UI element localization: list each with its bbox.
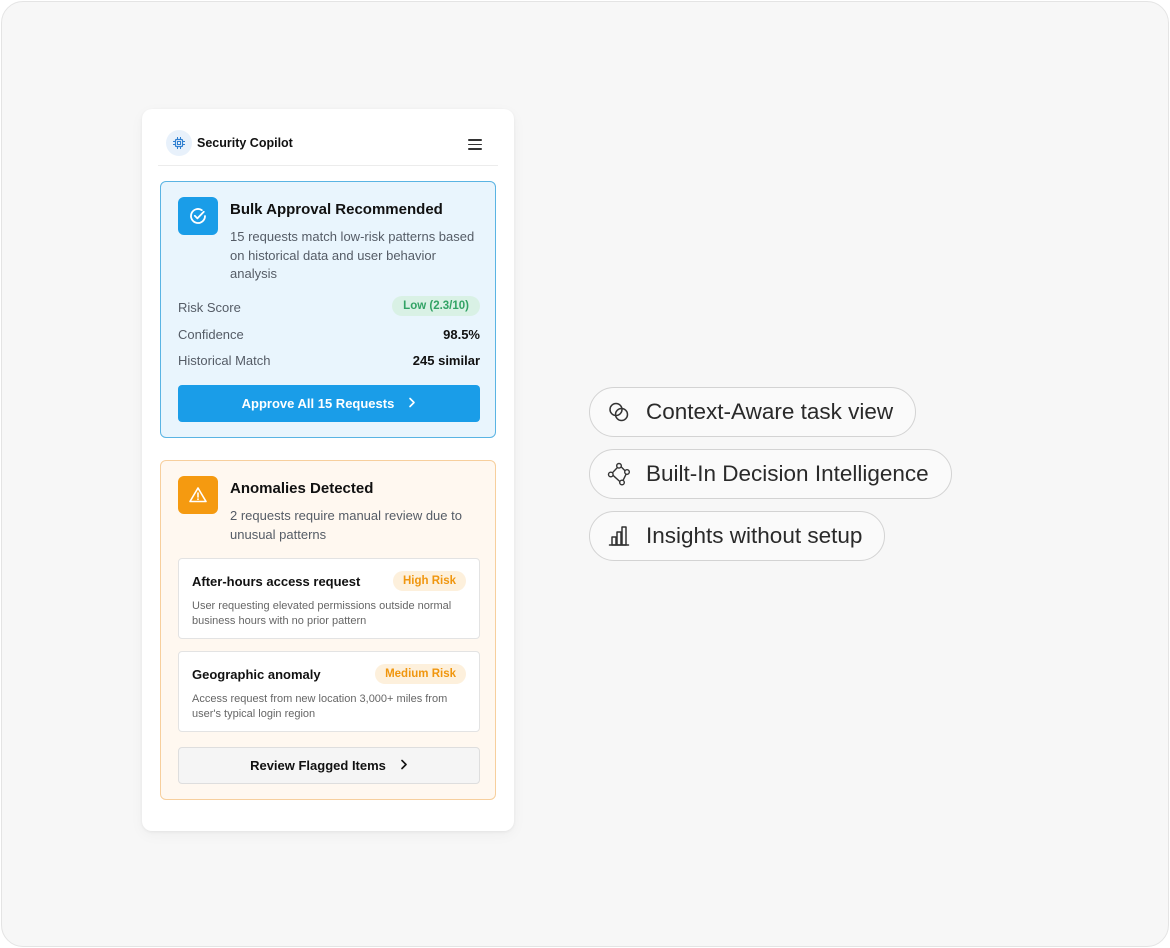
approve-all-label: Approve All 15 Requests (241, 396, 395, 411)
mobile-app-panel: Security Copilot Bulk Approval Recommend… (142, 109, 514, 831)
feature-chip-label: Context-Aware task view (646, 399, 894, 424)
risk-score-label: Risk Score (178, 300, 241, 315)
canvas-frame: Security Copilot Bulk Approval Recommend… (1, 1, 1169, 947)
anomaly-item[interactable]: After-hours access request High Risk Use… (178, 558, 480, 639)
risk-badge: Medium Risk (375, 664, 466, 684)
approve-all-button[interactable]: Approve All 15 Requests (178, 385, 480, 422)
anomaly-item-description: User requesting elevated permissions out… (192, 600, 452, 627)
feature-chip-label: Built-In Decision Intelligence (646, 461, 929, 486)
bulk-approval-card: Bulk Approval Recommended 15 requests ma… (160, 181, 496, 438)
chip-icon (166, 130, 192, 156)
warning-triangle-icon (178, 476, 218, 514)
hamburger-menu-icon[interactable] (468, 139, 482, 150)
anomaly-item-description: Access request from new location 3,000+ … (192, 693, 448, 720)
feature-chip-decision-intelligence: Built-In Decision Intelligence (589, 449, 952, 499)
historical-match-row: Historical Match 245 similar (178, 353, 480, 371)
feature-chip-label: Insights without setup (646, 523, 863, 548)
review-flagged-button[interactable]: Review Flagged Items (178, 747, 480, 784)
anomalies-card: Anomalies Detected 2 requests require ma… (160, 460, 496, 800)
check-circle-icon (178, 197, 218, 235)
anomaly-item-title: After-hours access request (192, 574, 361, 589)
confidence-value: 98.5% (443, 327, 480, 342)
feature-chip-context-aware: Context-Aware task view (589, 387, 917, 437)
anomaly-item[interactable]: Geographic anomaly Medium Risk Access re… (178, 651, 480, 732)
risk-badge: High Risk (392, 571, 466, 591)
feature-chip-insights: Insights without setup (589, 511, 886, 561)
bulk-approval-description: 15 requests match low-risk patterns base… (230, 229, 475, 281)
historical-match-value: 245 similar (412, 353, 480, 368)
confidence-row: Confidence 98.5% (178, 327, 480, 345)
chevron-right-icon (400, 758, 408, 773)
app-header: Security Copilot (158, 129, 498, 166)
confidence-label: Confidence (178, 327, 244, 342)
app-title: Security Copilot (197, 136, 293, 150)
bulk-approval-title: Bulk Approval Recommended (230, 201, 443, 218)
risk-score-row: Risk Score Low (2.3/10) (178, 296, 480, 318)
risk-score-badge: Low (2.3/10) (392, 296, 480, 316)
bar-chart-icon (607, 524, 631, 548)
chevron-right-icon (408, 396, 416, 411)
review-flagged-label: Review Flagged Items (250, 758, 386, 773)
anomaly-item-title: Geographic anomaly (192, 667, 321, 682)
anomalies-description: 2 requests require manual review due to … (230, 508, 462, 542)
network-nodes-icon (607, 462, 631, 486)
historical-match-label: Historical Match (178, 353, 271, 368)
overlapping-circles-icon (607, 400, 631, 424)
anomalies-title: Anomalies Detected (230, 480, 374, 497)
